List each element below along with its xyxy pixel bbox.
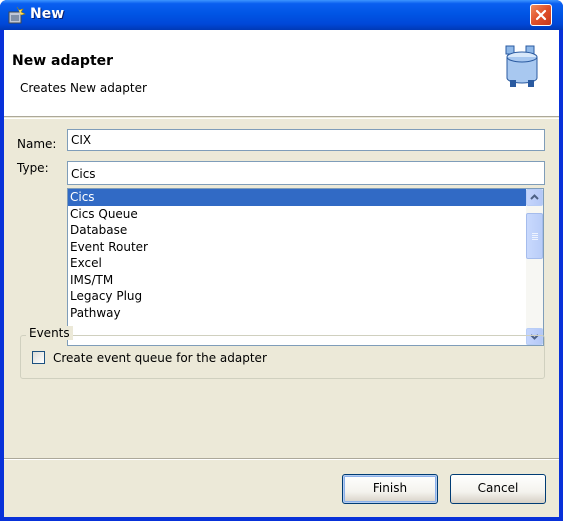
cancel-button[interactable]: Cancel [450,474,546,504]
type-list-item[interactable]: Cics Queue [68,206,543,223]
chevron-up-icon [530,194,539,200]
type-list-item[interactable]: Database [68,222,543,239]
scroll-up-button[interactable] [526,189,543,206]
dialog-window: New New adapter Creates New adapter Name… [0,0,563,521]
type-list-item[interactable]: Legacy Plug [68,288,543,305]
dialog-client-area: New adapter Creates New adapter Name: CI… [4,30,559,517]
type-list-item[interactable]: IMS/TM [68,272,543,289]
type-list-item[interactable]: Event Router [68,239,543,256]
scroll-thumb[interactable] [526,213,543,259]
wizard-header: New adapter Creates New adapter [4,30,559,117]
header-divider [4,118,559,119]
new-wizard-icon [8,6,26,24]
type-list-item[interactable]: Pathway [68,305,543,322]
list-scrollbar[interactable] [526,189,543,345]
type-input[interactable]: Cics [67,161,545,185]
adapter-cylinder-icon [505,45,538,87]
events-group-legend: Events [26,326,73,340]
name-input[interactable]: CIX [67,129,545,151]
close-icon [535,9,547,21]
type-list-item[interactable]: Cics [68,189,543,206]
type-list-items: Cics Cics Queue Database Event Router Excel I… [68,189,543,321]
create-event-queue-label[interactable]: Create event queue for the adapter [53,351,267,365]
close-button[interactable] [530,4,552,26]
page-title: New adapter [12,53,114,69]
create-event-queue-checkbox[interactable] [32,351,45,364]
page-description: Creates New adapter [20,81,147,95]
type-list-item[interactable]: Excel [68,255,543,272]
name-label: Name: [17,137,57,151]
type-listbox[interactable]: Cics Cics Queue Database Event Router Excel I… [67,188,544,346]
type-label: Type: [17,161,49,175]
finish-button[interactable]: Finish [342,474,438,504]
title-bar[interactable]: New [0,0,563,30]
window-title: New [30,6,65,22]
